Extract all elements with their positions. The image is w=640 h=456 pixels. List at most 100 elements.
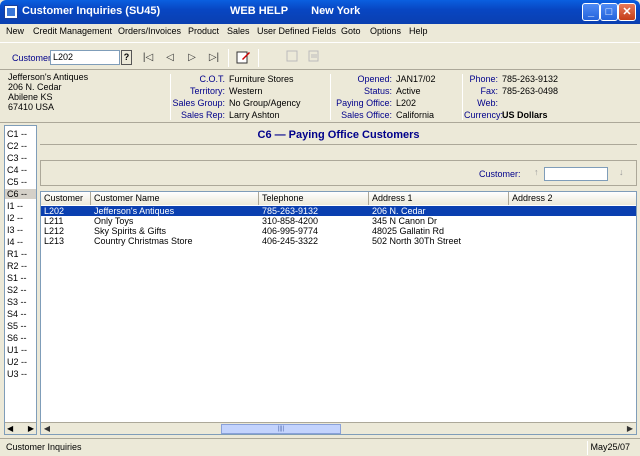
opened-label: Opened: bbox=[357, 74, 392, 84]
tab-i4[interactable]: I4 -- bbox=[7, 237, 23, 247]
col-telephone[interactable]: Telephone bbox=[259, 192, 369, 205]
tab-c5[interactable]: C5 -- bbox=[7, 177, 27, 187]
search-bar: ↑ Customer: ↓ bbox=[40, 160, 637, 186]
tab-i3[interactable]: I3 -- bbox=[7, 225, 23, 235]
maximize-button[interactable]: □ bbox=[600, 3, 618, 21]
scroll-thumb[interactable]: |||| bbox=[221, 424, 341, 434]
web-help-label: WEB HELP bbox=[230, 5, 289, 17]
toolbar-divider-2 bbox=[258, 49, 259, 67]
search-customer-input[interactable] bbox=[544, 167, 608, 181]
info-divider bbox=[330, 74, 331, 120]
inquiry-tab-list: C1 -- C2 -- C3 -- C4 -- C5 -- C6 -- I1 -… bbox=[4, 125, 37, 435]
paying-office-value: L202 bbox=[396, 98, 417, 108]
info-divider bbox=[462, 74, 463, 120]
menu-help[interactable]: Help bbox=[409, 26, 428, 36]
tab-i1[interactable]: I1 -- bbox=[7, 201, 23, 211]
tab-c6[interactable]: C6 -- bbox=[5, 189, 36, 199]
tab-c2[interactable]: C2 -- bbox=[7, 141, 27, 151]
sort-up-icon[interactable]: ↑ bbox=[534, 167, 539, 177]
table-row[interactable]: L213 Country Christmas Store 406-245-332… bbox=[41, 236, 636, 246]
phone-label: Phone: bbox=[469, 74, 498, 84]
app-icon[interactable] bbox=[4, 5, 18, 19]
customer-lookup-button[interactable]: ? bbox=[121, 50, 132, 65]
cell-address-1: 345 N Canon Dr bbox=[372, 216, 438, 226]
copy-icon[interactable] bbox=[305, 49, 323, 67]
tab-s5[interactable]: S5 -- bbox=[7, 321, 27, 331]
currency-value: US Dollars bbox=[502, 110, 548, 120]
menu-new[interactable]: New bbox=[6, 26, 24, 36]
cell-customer-name: Jefferson's Antiques bbox=[94, 206, 175, 216]
cell-telephone: 310-858-4200 bbox=[262, 216, 319, 226]
tab-r1[interactable]: R1 -- bbox=[7, 249, 27, 259]
edit-icon[interactable] bbox=[234, 49, 252, 67]
col-customer[interactable]: Customer bbox=[41, 192, 91, 205]
tab-list-scrollbar[interactable]: ◀ ▶ bbox=[5, 422, 36, 434]
col-customer-name[interactable]: Customer Name bbox=[91, 192, 259, 205]
opened-value: JAN17/02 bbox=[396, 74, 436, 84]
new-icon[interactable] bbox=[283, 49, 301, 67]
first-record-button[interactable]: |◁ bbox=[139, 49, 157, 67]
tab-r2[interactable]: R2 -- bbox=[7, 261, 27, 271]
menu-orders-invoices[interactable]: Orders/Invoices bbox=[118, 26, 181, 36]
menu-sales[interactable]: Sales bbox=[227, 26, 250, 36]
col-address-2[interactable]: Address 2 bbox=[509, 192, 636, 205]
sales-group-label: Sales Group: bbox=[172, 98, 225, 108]
paying-office-label: Paying Office: bbox=[336, 98, 392, 108]
tab-s6[interactable]: S6 -- bbox=[7, 333, 27, 343]
menu-options[interactable]: Options bbox=[370, 26, 401, 36]
tab-u1[interactable]: U1 -- bbox=[7, 345, 27, 355]
tab-u2[interactable]: U2 -- bbox=[7, 357, 27, 367]
location-label: New York bbox=[311, 5, 361, 17]
table-row[interactable]: L211 Only Toys 310-858-4200 345 N Canon … bbox=[41, 216, 636, 226]
tab-c1[interactable]: C1 -- bbox=[7, 129, 27, 139]
status-date: May25/07 bbox=[590, 442, 630, 452]
scroll-right-icon[interactable]: ▶ bbox=[28, 424, 34, 433]
tab-c4[interactable]: C4 -- bbox=[7, 165, 27, 175]
address-line: Jefferson's Antiques bbox=[8, 72, 89, 82]
table-row[interactable]: L212 Sky Spirits & Gifts 406-995-9774 48… bbox=[41, 226, 636, 236]
grid-horizontal-scrollbar[interactable]: ◀ |||| ▶ bbox=[41, 422, 636, 434]
tab-s1[interactable]: S1 -- bbox=[7, 273, 27, 283]
territory-field: Territory: Western bbox=[172, 86, 262, 97]
cell-telephone: 406-995-9774 bbox=[262, 226, 319, 236]
tab-c3[interactable]: C3 -- bbox=[7, 153, 27, 163]
customer-input[interactable]: L202 bbox=[50, 50, 120, 65]
cell-customer: L213 bbox=[44, 236, 65, 246]
cell-customer: L202 bbox=[44, 206, 65, 216]
cot-value: Furniture Stores bbox=[229, 74, 294, 84]
scroll-right-icon[interactable]: ▶ bbox=[624, 423, 636, 434]
scroll-left-icon[interactable]: ◀ bbox=[7, 424, 13, 433]
customer-grid: Customer Customer Name Telephone Address… bbox=[40, 191, 637, 435]
close-button[interactable]: ✕ bbox=[618, 3, 636, 21]
tab-s4[interactable]: S4 -- bbox=[7, 309, 27, 319]
menu-product[interactable]: Product bbox=[188, 26, 219, 36]
grid-header: Customer Customer Name Telephone Address… bbox=[41, 192, 636, 205]
cot-label: C.O.T. bbox=[199, 74, 225, 84]
last-record-button[interactable]: ▷| bbox=[205, 49, 223, 67]
sort-down-icon[interactable]: ↓ bbox=[619, 167, 624, 177]
next-record-button[interactable]: ▷ bbox=[183, 49, 201, 67]
menu-credit-management[interactable]: Credit Management bbox=[33, 26, 112, 36]
sales-rep-value: Larry Ashton bbox=[229, 110, 280, 120]
title-extra: WEB HELP New York bbox=[230, 5, 380, 17]
tab-s2[interactable]: S2 -- bbox=[7, 285, 27, 295]
cell-address-1: 206 N. Cedar bbox=[372, 206, 426, 216]
table-row[interactable]: L202 Jefferson's Antiques 785-263-9132 2… bbox=[41, 206, 636, 216]
col-address-1[interactable]: Address 1 bbox=[369, 192, 509, 205]
menu-user-defined-fields[interactable]: User Defined Fields bbox=[257, 26, 336, 36]
window-title: Customer Inquiries (SU45) bbox=[22, 5, 161, 17]
minimize-button[interactable]: _ bbox=[582, 3, 600, 21]
tab-s3[interactable]: S3 -- bbox=[7, 297, 27, 307]
cell-customer: L212 bbox=[44, 226, 65, 236]
tab-i2[interactable]: I2 -- bbox=[7, 213, 23, 223]
customer-label: Customer bbox=[12, 53, 52, 63]
menu-goto[interactable]: Goto bbox=[341, 26, 361, 36]
sales-office-label: Sales Office: bbox=[341, 110, 392, 120]
previous-record-button[interactable]: ◁ bbox=[161, 49, 179, 67]
tab-u3[interactable]: U3 -- bbox=[7, 369, 27, 379]
address-line: Abilene KS bbox=[8, 92, 53, 102]
currency-label: Currency: bbox=[464, 110, 504, 120]
search-customer-label: Customer: bbox=[479, 169, 521, 179]
scroll-left-icon[interactable]: ◀ bbox=[41, 423, 53, 434]
web-field: Web: bbox=[464, 98, 502, 109]
